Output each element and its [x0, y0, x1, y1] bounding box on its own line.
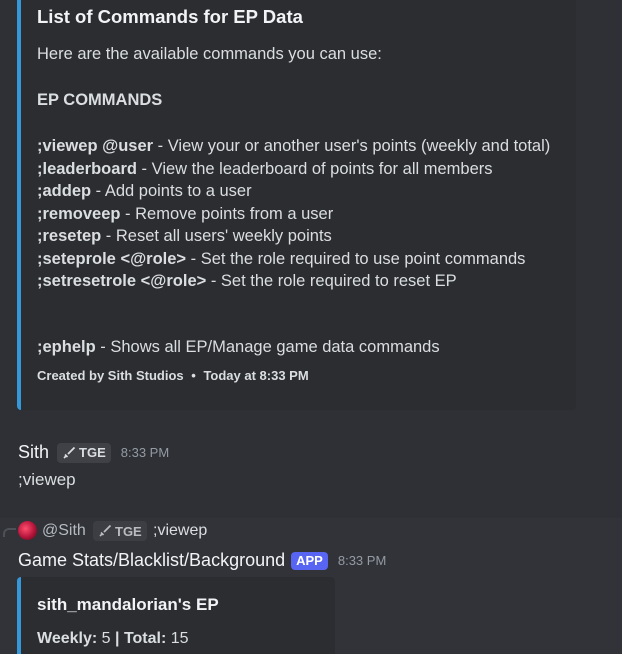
- command-list: ;viewep @user - View your or another use…: [37, 135, 550, 293]
- reply-guild-tag: TGE: [93, 521, 147, 541]
- command-item: ;viewep @user - View your or another use…: [37, 135, 550, 158]
- sword-icon: [99, 524, 112, 537]
- sword-icon: [63, 446, 76, 459]
- command-desc: - Reset all users' weekly points: [101, 227, 332, 245]
- message-timestamp: 8:33 PM: [120, 445, 170, 460]
- stats-separator: |: [115, 630, 120, 647]
- reply-username[interactable]: @Sith: [42, 522, 86, 540]
- embed-title: sith_mandalorian's EP: [37, 595, 219, 614]
- message-header: Game Stats/Blacklist/Background APP 8:33…: [18, 550, 386, 571]
- guild-tag-label: TGE: [115, 523, 142, 539]
- command-item: ;setresetrole <@role> - Set the role req…: [37, 270, 550, 293]
- weekly-label: Weekly:: [37, 630, 98, 647]
- command-item: ;leaderboard - View the leaderboard of p…: [37, 158, 550, 181]
- command-name: ;setresetrole <@role>: [37, 272, 207, 290]
- message-header: Sith TGE 8:33 PM: [18, 442, 169, 463]
- command-name: ;removeep: [37, 204, 121, 223]
- bot-name[interactable]: Game Stats/Blacklist/Background: [18, 550, 285, 571]
- command-item: ;seteprole <@role> - Set the role requir…: [37, 248, 550, 271]
- bot-message-commands: List of Commands for EP Data Here are th…: [0, 0, 622, 415]
- command-name: ;leaderboard: [37, 159, 137, 178]
- message-timestamp: 8:33 PM: [337, 553, 387, 568]
- total-value: 15: [170, 630, 189, 647]
- chat-area: List of Commands for EP Data Here are th…: [0, 0, 622, 654]
- command-item: ;removeep - Remove points from a user: [37, 203, 550, 226]
- ep-embed: sith_mandalorian's EP Weekly: 5 | Total:…: [17, 577, 335, 654]
- command-desc: - Set the role required to reset EP: [206, 272, 457, 290]
- command-desc: - Add points to a user: [91, 182, 252, 200]
- command-name: ;viewep @user: [37, 137, 154, 155]
- ep-stats: Weekly: 5 | Total: 15: [37, 630, 189, 648]
- footer-separator: •: [191, 368, 196, 383]
- command-desc: - Set the role required to use point com…: [186, 249, 526, 268]
- help-command-item: ;ephelp - Shows all EP/Manage game data …: [37, 336, 440, 359]
- reply-preview-text[interactable]: ;viewep: [153, 522, 207, 540]
- command-name: ;addep: [37, 182, 92, 200]
- user-message[interactable]: Sith TGE 8:33 PM ;viewep: [0, 415, 622, 518]
- avatar[interactable]: [18, 521, 37, 540]
- message-content: ;viewep: [18, 470, 76, 489]
- guild-tag-label: TGE: [79, 445, 106, 460]
- command-item: ;resetep - Reset all users' weekly point…: [37, 225, 550, 248]
- total-label: Total:: [123, 630, 167, 647]
- commands-embed: List of Commands for EP Data Here are th…: [17, 0, 576, 410]
- command-name: ;ephelp: [37, 338, 96, 356]
- bot-reply-message[interactable]: @Sith TGE ;viewep Game Stats/Blacklist/B…: [0, 518, 622, 654]
- weekly-value: 5: [101, 630, 111, 647]
- footer-time: Today at 8:33 PM: [203, 368, 309, 383]
- guild-tag[interactable]: TGE: [57, 442, 111, 463]
- command-name: ;seteprole <@role>: [37, 249, 187, 268]
- command-desc: - Shows all EP/Manage game data commands: [95, 338, 440, 356]
- embed-intro: Here are the available commands you can …: [37, 45, 382, 63]
- command-item: ;addep - Add points to a user: [37, 180, 550, 203]
- command-name: ;resetep: [37, 227, 102, 245]
- author-name[interactable]: Sith: [18, 442, 49, 463]
- embed-title: List of Commands for EP Data: [37, 6, 303, 27]
- command-desc: - View your or another user's points (we…: [153, 137, 551, 155]
- reply-connector: [3, 528, 16, 537]
- footer-author: Created by Sith Studios: [37, 368, 184, 383]
- app-badge: APP: [291, 551, 328, 570]
- command-desc: - Remove points from a user: [120, 204, 334, 223]
- embed-footer: Created by Sith Studios • Today at 8:33 …: [37, 368, 309, 383]
- section-heading: EP COMMANDS: [37, 91, 163, 109]
- command-desc: - View the leaderboard of points for all…: [136, 159, 493, 178]
